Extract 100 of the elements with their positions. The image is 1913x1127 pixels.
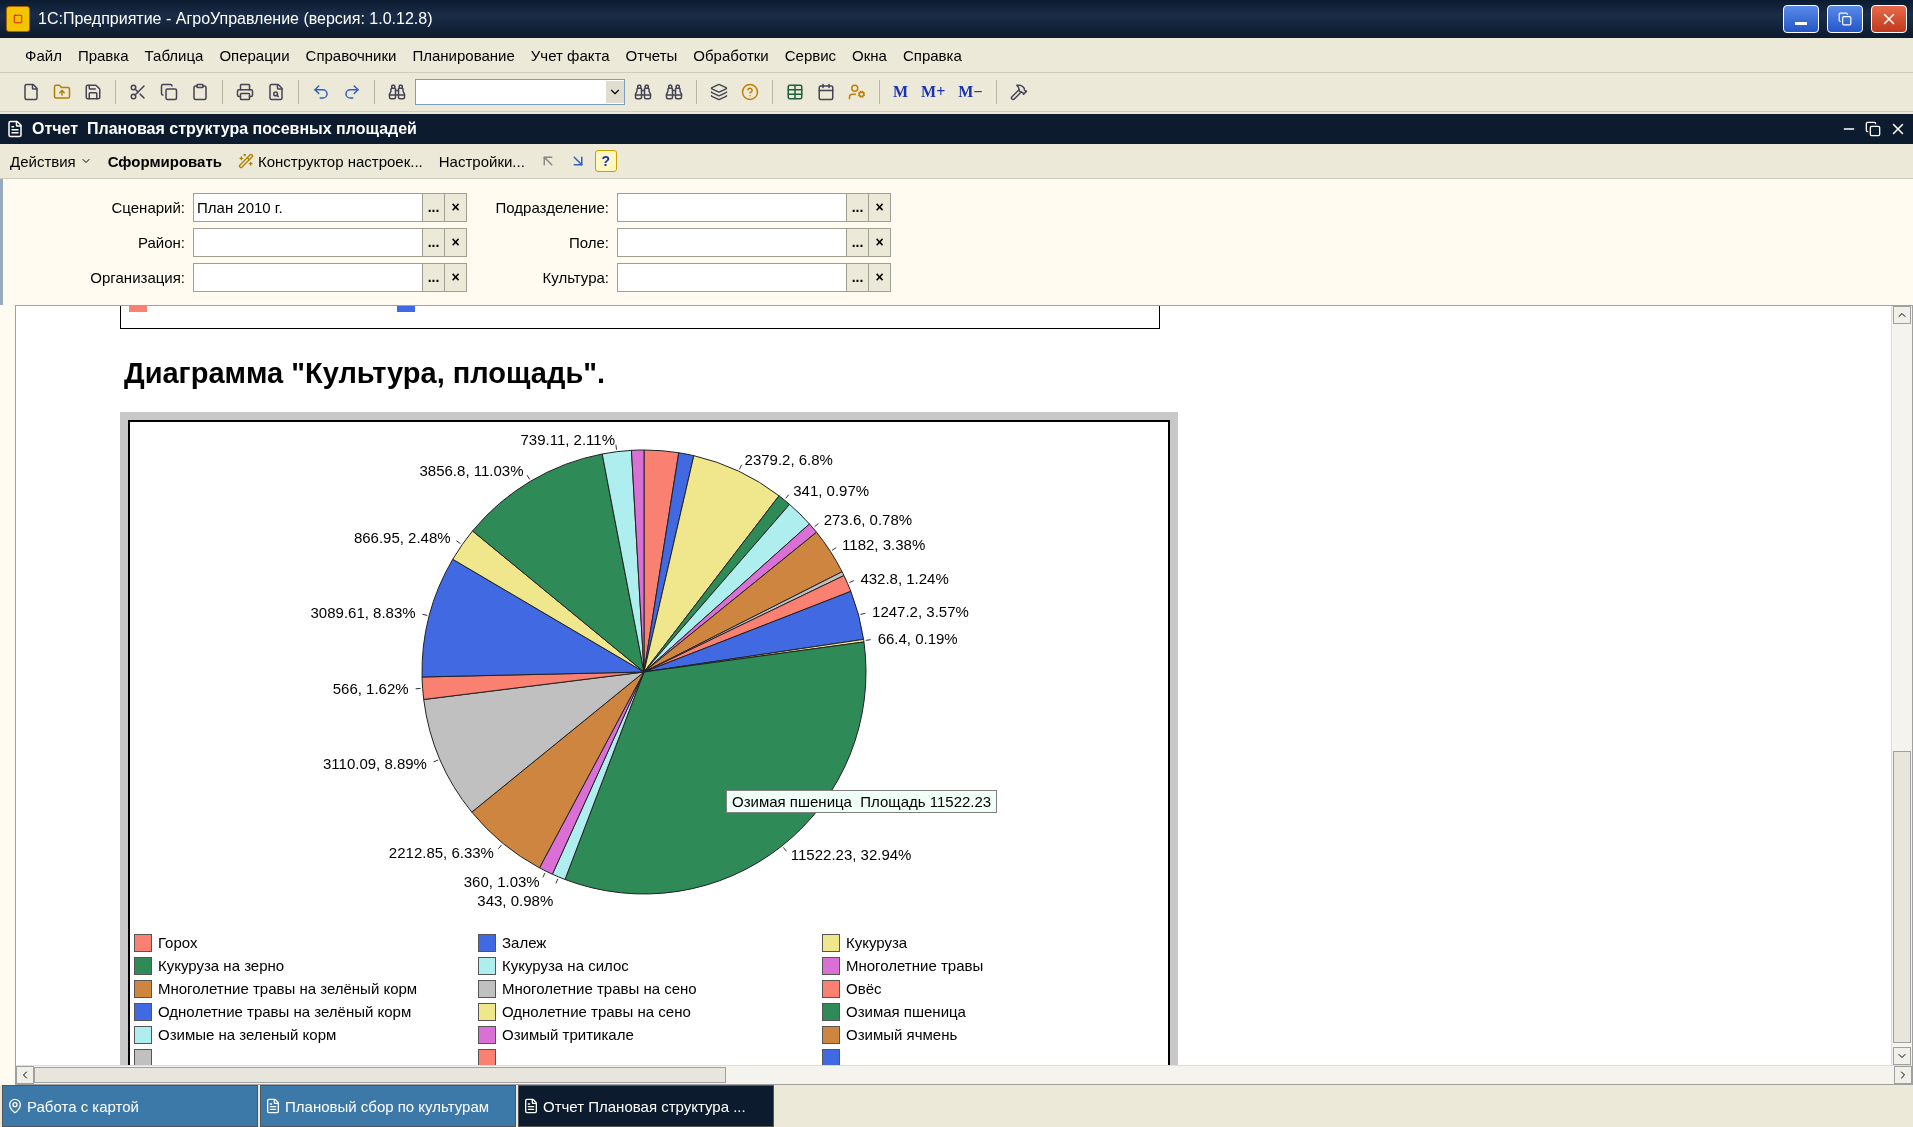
- menu-item[interactable]: Сервис: [777, 42, 844, 68]
- tooltip: Озимая пшеница Площадь 11522.23: [726, 790, 998, 813]
- scroll-up-icon[interactable]: [1893, 306, 1911, 324]
- menu-item[interactable]: Отчеты: [618, 42, 685, 68]
- window-title: 1С:Предприятие - АгроУправление (версия: 1.0.12.8): [38, 10, 434, 28]
- legend-label: Однолетние травы на зелёный корм: [158, 1003, 412, 1020]
- clear-button[interactable]: ×: [868, 228, 890, 256]
- menu-item[interactable]: Справка: [895, 42, 969, 68]
- report-icon: [6, 120, 24, 138]
- menu-item[interactable]: Таблица: [137, 42, 211, 68]
- menu-item[interactable]: Окна: [845, 42, 894, 68]
- close-button[interactable]: [1871, 5, 1907, 33]
- document-icon: [265, 1098, 281, 1114]
- data-label: 1182, 3.38%: [842, 535, 926, 553]
- input-field[interactable]: ... ×: [617, 262, 891, 292]
- field-label: Культура:: [541, 268, 610, 286]
- memory-button[interactable]: M: [889, 81, 913, 103]
- legend-label: Многолетние травы на сено: [502, 980, 697, 997]
- clear-button[interactable]: ×: [868, 263, 890, 291]
- clear-button[interactable]: ×: [444, 193, 466, 221]
- data-label: 739.11, 2.11%: [520, 430, 616, 448]
- select-button[interactable]: ...: [846, 228, 868, 256]
- data-label: 566, 1.62%: [332, 680, 409, 698]
- map-pin-icon: [7, 1098, 23, 1114]
- actions-menu[interactable]: Действия: [4, 148, 98, 174]
- select-button[interactable]: ...: [422, 193, 444, 221]
- legend-label: Озимый тритикале: [502, 1026, 634, 1043]
- input-field[interactable]: ... ×: [193, 227, 467, 257]
- legend-label: Озимый ячмень: [846, 1026, 958, 1043]
- app-logo-icon: [6, 6, 30, 32]
- input-field[interactable]: План 2010 г. ... ×: [193, 192, 467, 222]
- data-label: 11522.23, 32.94%: [790, 846, 912, 864]
- legend-label: Озимая пшеница: [846, 1003, 966, 1020]
- select-button[interactable]: ...: [422, 228, 444, 256]
- document-title: Отчет Плановая структура посевных площадей: [32, 120, 418, 138]
- menu-item[interactable]: Планирование: [405, 42, 522, 68]
- restore-button[interactable]: [1827, 5, 1863, 33]
- taskbar-item[interactable]: Плановый сбор по культурам: [260, 1085, 516, 1127]
- data-label: 3856.8, 11.03%: [419, 461, 524, 479]
- data-label: 866.95, 2.48%: [353, 528, 451, 546]
- scroll-left-icon[interactable]: [16, 1066, 34, 1084]
- legend-label: Кукуруза на силос: [502, 957, 629, 974]
- data-label: 2212.85, 6.33%: [388, 843, 494, 861]
- menu-item[interactable]: Операции: [212, 42, 297, 68]
- scroll-right-icon[interactable]: [1894, 1066, 1912, 1084]
- field-label: Подразделение:: [494, 198, 610, 216]
- menu-item[interactable]: Справочники: [298, 42, 404, 68]
- minimize-icon: [1795, 21, 1807, 25]
- document-icon: [523, 1098, 539, 1114]
- field-label: Организация:: [89, 268, 186, 286]
- wand-icon: [238, 153, 254, 169]
- clear-button[interactable]: ×: [444, 263, 466, 291]
- data-label: 273.6, 0.78%: [823, 511, 913, 529]
- taskbar-item[interactable]: Работа с картой: [2, 1085, 258, 1127]
- help-button[interactable]: ?: [594, 150, 617, 172]
- data-label: 343, 0.98%: [477, 891, 554, 909]
- field-label: Район:: [136, 233, 186, 251]
- clear-button[interactable]: ×: [868, 193, 890, 221]
- data-label: 1247.2, 3.57%: [872, 602, 969, 620]
- legend-label: Многолетние травы на зелёный корм: [158, 980, 418, 997]
- settings-builder-button[interactable]: Конструктор настроек...: [232, 148, 429, 174]
- select-button[interactable]: ...: [846, 263, 868, 291]
- legend-label: Озимые на зеленый корм: [158, 1026, 337, 1043]
- legend-label: Кукуруза на зерно: [158, 957, 285, 974]
- select-button[interactable]: ...: [422, 263, 444, 291]
- input-field[interactable]: ... ×: [193, 262, 467, 292]
- horizontal-scrollbar[interactable]: [16, 1065, 1912, 1084]
- data-label: 2379.2, 6.8%: [744, 451, 833, 469]
- select-button[interactable]: ...: [846, 193, 868, 221]
- restore-icon: [1838, 12, 1852, 26]
- legend-label: Кукуруза: [846, 934, 908, 951]
- vertical-scrollbar[interactable]: [1891, 306, 1912, 1065]
- legend-label: Многолетние травы: [846, 957, 984, 974]
- data-label: 341, 0.97%: [793, 481, 870, 499]
- restore-icon[interactable]: [1865, 121, 1881, 137]
- field-label: Поле:: [567, 233, 610, 251]
- clear-button[interactable]: ×: [444, 228, 466, 256]
- menu-item[interactable]: Правка: [70, 42, 136, 68]
- data-label: 66.4, 0.19%: [877, 629, 958, 647]
- memory-button[interactable]: M+: [917, 81, 950, 103]
- input-field[interactable]: ... ×: [617, 227, 891, 257]
- legend-label: Однолетние травы на сено: [502, 1003, 691, 1020]
- legend-label: Залеж: [502, 934, 547, 951]
- data-label: 3089.61, 8.83%: [310, 603, 416, 621]
- data-label: 3110.09, 8.89%: [323, 754, 427, 772]
- menu-item[interactable]: Учет факта: [523, 42, 617, 68]
- search-field[interactable]: [415, 79, 625, 105]
- scroll-down-icon[interactable]: [1893, 1047, 1911, 1065]
- taskbar-item[interactable]: Отчет Плановая структура ...: [518, 1085, 774, 1127]
- chart-heading: Диаграмма "Культура, площадь".: [124, 357, 607, 390]
- data-label: 360, 1.03%: [463, 872, 540, 890]
- menu-item[interactable]: Обработки: [686, 42, 776, 68]
- generate-button[interactable]: Сформировать: [101, 148, 228, 174]
- menu-item[interactable]: Файл: [18, 42, 69, 68]
- settings-button[interactable]: Настройки...: [432, 148, 531, 174]
- input-field[interactable]: ... ×: [617, 192, 891, 222]
- data-label: 432.8, 1.24%: [860, 569, 949, 587]
- minimize-button[interactable]: [1783, 5, 1819, 33]
- memory-button[interactable]: M−: [954, 81, 987, 103]
- legend-label: Овёс: [846, 980, 882, 997]
